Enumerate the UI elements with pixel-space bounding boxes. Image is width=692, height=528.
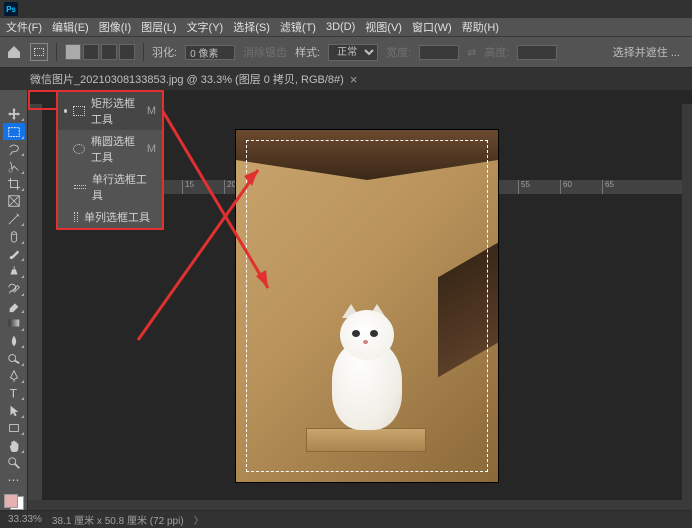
ruler-vertical [28, 104, 42, 510]
status-zoom[interactable]: 33.33% [8, 514, 42, 525]
flyout-label: 单行选框工具 [92, 171, 156, 203]
status-doc-info[interactable]: 38.1 厘米 x 50.8 厘米 (72 ppi) [52, 512, 184, 527]
marquee-tool-flyout: 矩形选框工具 M 椭圆选框工具 M 单行选框工具 单列选框工具 [56, 90, 164, 230]
svg-text:T: T [9, 387, 17, 401]
ruler-tick: 55 [518, 180, 560, 194]
image-content [438, 243, 498, 378]
type-tool[interactable]: T [3, 385, 25, 401]
divider [56, 43, 57, 61]
rectangle-tool[interactable] [3, 420, 25, 436]
eyedropper-tool[interactable] [3, 211, 25, 227]
flyout-rect-marquee[interactable]: 矩形选框工具 M [58, 92, 162, 130]
width-label: 宽度: [386, 44, 411, 60]
foreground-color-swatch[interactable] [4, 494, 18, 508]
flyout-label: 单列选框工具 [84, 209, 150, 225]
selection-add-button[interactable] [83, 44, 99, 60]
brush-tool[interactable] [3, 246, 25, 262]
eraser-tool[interactable] [3, 298, 25, 314]
menu-view[interactable]: 视图(V) [365, 19, 402, 35]
pen-tool[interactable] [3, 368, 25, 384]
menu-type[interactable]: 文字(Y) [187, 19, 224, 35]
flyout-shortcut: M [147, 143, 156, 155]
close-icon[interactable]: × [350, 72, 358, 87]
menu-edit[interactable]: 编辑(E) [52, 19, 89, 35]
lasso-tool[interactable] [3, 141, 25, 157]
rect-marquee-icon [73, 106, 85, 116]
feather-input[interactable] [185, 45, 235, 60]
selection-new-button[interactable] [65, 44, 81, 60]
frame-tool[interactable] [3, 193, 25, 209]
document-tab[interactable]: 微信图片_20210308133853.jpg @ 33.3% (图层 0 拷贝… [30, 71, 357, 87]
flyout-label: 矩形选框工具 [91, 95, 141, 127]
menu-image[interactable]: 图像(I) [99, 19, 131, 35]
menubar: 文件(F) 编辑(E) 图像(I) 图层(L) 文字(Y) 选择(S) 滤镜(T… [0, 18, 692, 36]
crop-tool[interactable] [3, 176, 25, 192]
image-content [322, 310, 412, 430]
status-chevron-icon[interactable]: 〉 [194, 512, 204, 527]
height-input [517, 45, 557, 60]
clone-stamp-tool[interactable] [3, 263, 25, 279]
menu-3d[interactable]: 3D(D) [326, 21, 355, 33]
current-tool-preview[interactable] [30, 43, 48, 61]
options-bar: 羽化: 消除锯齿 样式: 正常 宽度: ⇄ 高度: 选择并遮住 ... [0, 36, 692, 68]
status-bar: 33.33% 38.1 厘米 x 50.8 厘米 (72 ppi) 〉 [0, 510, 692, 528]
quick-select-tool[interactable] [3, 158, 25, 174]
main-area: T ⋯ 0 5 10 15 20 25 30 35 40 45 50 55 60… [0, 90, 692, 510]
menu-select[interactable]: 选择(S) [233, 19, 270, 35]
zoom-tool[interactable] [3, 455, 25, 471]
menu-help[interactable]: 帮助(H) [462, 19, 499, 35]
menu-window[interactable]: 窗口(W) [412, 19, 452, 35]
flyout-ellipse-marquee[interactable]: 椭圆选框工具 M [58, 130, 162, 168]
flyout-shortcut: M [147, 105, 156, 117]
selection-subtract-button[interactable] [101, 44, 117, 60]
ruler-tick: 65 [602, 180, 644, 194]
row-marquee-icon [74, 185, 86, 189]
ellipse-marquee-icon [73, 144, 85, 154]
titlebar: Ps [0, 0, 692, 18]
history-brush-tool[interactable] [3, 280, 25, 296]
flyout-row-marquee[interactable]: 单行选框工具 [58, 168, 162, 206]
image-content [236, 130, 498, 180]
scrollbar-horizontal[interactable] [28, 500, 682, 510]
selection-intersect-button[interactable] [119, 44, 135, 60]
flyout-label: 椭圆选框工具 [91, 133, 141, 165]
menu-layer[interactable]: 图层(L) [141, 19, 176, 35]
color-swatches[interactable] [4, 494, 24, 510]
antialias-label: 消除锯齿 [243, 44, 287, 60]
document-tab-title: 微信图片_20210308133853.jpg @ 33.3% (图层 0 拷贝… [30, 71, 344, 87]
selection-mode-group [65, 44, 135, 60]
document-image[interactable] [236, 130, 498, 482]
swap-icon: ⇄ [467, 46, 476, 59]
ruler-tick: 60 [560, 180, 602, 194]
menu-file[interactable]: 文件(F) [6, 19, 42, 35]
blur-tool[interactable] [3, 333, 25, 349]
style-label: 样式: [295, 44, 320, 60]
edit-toolbar[interactable]: ⋯ [3, 472, 25, 488]
hand-tool[interactable] [3, 437, 25, 453]
width-input [419, 45, 459, 60]
height-label: 高度: [484, 44, 509, 60]
image-content [306, 428, 426, 452]
dodge-tool[interactable] [3, 350, 25, 366]
menu-filter[interactable]: 滤镜(T) [280, 19, 316, 35]
home-icon[interactable] [6, 44, 22, 60]
style-select[interactable]: 正常 [328, 44, 378, 61]
document-tabs: 微信图片_20210308133853.jpg @ 33.3% (图层 0 拷贝… [0, 68, 692, 90]
move-tool[interactable] [3, 106, 25, 122]
flyout-col-marquee[interactable]: 单列选框工具 [58, 206, 162, 228]
col-marquee-icon [74, 212, 78, 222]
toolbox: T ⋯ [0, 90, 28, 510]
divider [143, 43, 144, 61]
healing-tool[interactable] [3, 228, 25, 244]
feather-label: 羽化: [152, 44, 177, 60]
select-and-mask-button[interactable]: 选择并遮住 ... [607, 42, 686, 62]
gradient-tool[interactable] [3, 315, 25, 331]
path-select-tool[interactable] [3, 402, 25, 418]
marquee-tool[interactable] [3, 123, 25, 139]
ruler-tick: 15 [182, 180, 224, 194]
scrollbar-vertical[interactable] [682, 104, 692, 510]
app-logo: Ps [4, 2, 18, 16]
canvas-area[interactable]: 0 5 10 15 20 25 30 35 40 45 50 55 60 65 [28, 90, 692, 510]
selected-dot-icon [64, 109, 67, 113]
